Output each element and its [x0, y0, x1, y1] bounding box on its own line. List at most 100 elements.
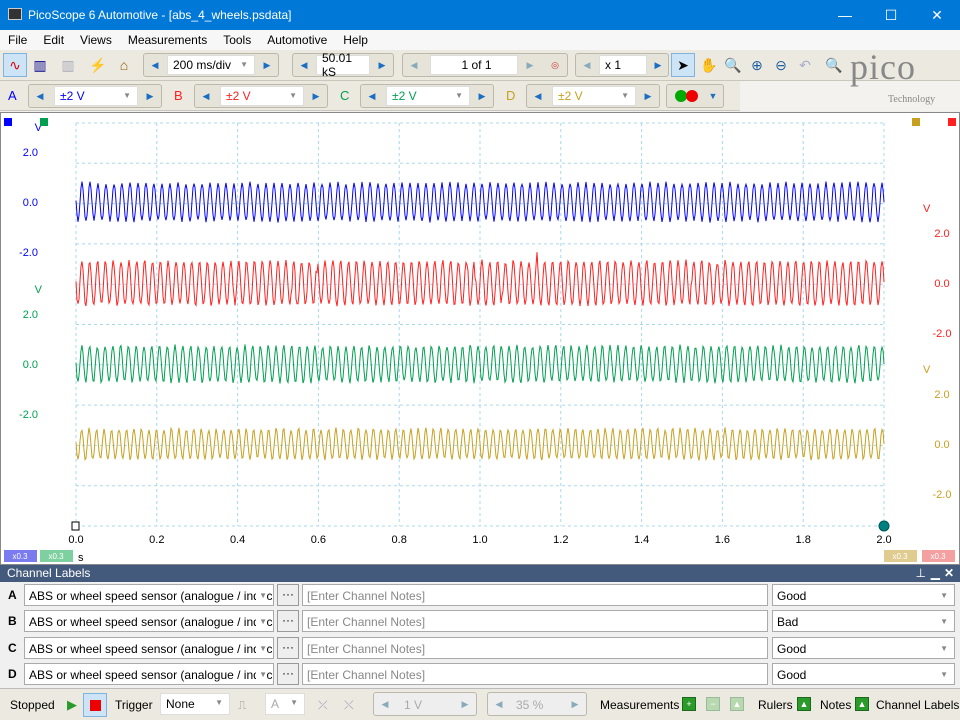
menu-tools[interactable]: Tools	[215, 33, 259, 47]
hand-tool-icon[interactable]: ✋	[697, 53, 721, 77]
samples-increase-button[interactable]: ▶	[371, 55, 393, 75]
chevron-down-icon: ▼	[289, 91, 297, 100]
rising-edge-icon[interactable]: ⤫	[318, 698, 328, 713]
buffer-previous-button[interactable]: ◀	[403, 55, 425, 75]
zoom-factor[interactable]: x 1	[599, 55, 647, 75]
sensor-select[interactable]: ABS or wheel speed sensor (analogue / in…	[24, 584, 274, 606]
minimize-button[interactable]: —	[822, 0, 868, 30]
range-decrease-button[interactable]: ◀	[361, 86, 383, 106]
level-increase-button[interactable]: ▶	[454, 694, 476, 714]
channel-notes-input[interactable]: [Enter Channel Notes]	[302, 663, 768, 685]
trigger-level-value[interactable]: 1 V	[404, 698, 422, 712]
channel-b-options[interactable]: B	[174, 88, 183, 103]
notes-toggle[interactable]: ▲	[855, 697, 869, 711]
range-decrease-button[interactable]: ◀	[29, 86, 51, 106]
sensor-select[interactable]: ABS or wheel speed sensor (analogue / in…	[24, 610, 274, 632]
pretrigger-increase-button[interactable]: ▶	[564, 694, 586, 714]
pretrigger-decrease-button[interactable]: ◀	[488, 694, 510, 714]
trigger-mode-select[interactable]: None ▼	[160, 693, 230, 715]
buffer-position[interactable]: 1 of 1	[430, 55, 518, 75]
range-decrease-button[interactable]: ◀	[527, 86, 549, 106]
channel-status-select[interactable]: Bad ▼	[772, 610, 955, 632]
remove-measurement-button[interactable]: −	[706, 697, 720, 711]
buffer-navigator-icon[interactable]: ◎	[544, 55, 566, 75]
channel-a-options[interactable]: A	[8, 88, 17, 103]
sensor-details-button[interactable]: ···	[277, 584, 299, 606]
trigger-source-select[interactable]: A ▼	[265, 693, 305, 715]
channel-status-select[interactable]: Good ▼	[772, 637, 955, 659]
edit-measurement-button[interactable]: ▲	[730, 697, 744, 711]
buffer-next-button[interactable]: ▶	[519, 55, 541, 75]
pretrigger-value[interactable]: 35 %	[516, 698, 543, 712]
range-decrease-button[interactable]: ◀	[195, 86, 217, 106]
timebase-increase-button[interactable]: ▶	[256, 55, 278, 75]
channel-b-enabled-icon[interactable]	[686, 90, 698, 102]
y-tick-label: 2.0	[23, 147, 38, 159]
range-increase-button[interactable]: ▶	[637, 86, 659, 106]
sensor-select[interactable]: ABS or wheel speed sensor (analogue / in…	[24, 637, 274, 659]
channel-status-select[interactable]: Good ▼	[772, 584, 955, 606]
menu-measurements[interactable]: Measurements	[120, 33, 215, 47]
channel-b-marker	[948, 118, 956, 126]
automotive-wizard-icon[interactable]: ⚡	[86, 53, 110, 77]
channel-notes-input[interactable]: [Enter Channel Notes]	[302, 610, 768, 632]
menu-views[interactable]: Views	[72, 33, 120, 47]
channel-dropdown-button[interactable]: ▼	[702, 86, 724, 106]
timebase-select[interactable]: 200 ms/div ▼	[167, 55, 255, 75]
sensor-details-button[interactable]: ···	[277, 637, 299, 659]
zoom-increase-button[interactable]: ▶	[647, 55, 669, 75]
samples-select[interactable]: 50.01 kS	[316, 55, 370, 75]
zoom-in-icon[interactable]: ⊕	[745, 53, 769, 77]
start-button[interactable]: ▶	[67, 697, 77, 713]
axis-unit-c: V	[35, 284, 43, 296]
channel-c-options[interactable]: C	[340, 88, 349, 103]
minimize-panel-icon[interactable]: ▁	[931, 565, 940, 582]
falling-edge-icon[interactable]: ⤬	[344, 698, 354, 713]
home-icon[interactable]: ⌂	[112, 53, 136, 77]
persistence-mode-icon[interactable]: ▥	[56, 53, 80, 77]
range-increase-button[interactable]: ▶	[305, 86, 327, 106]
range-select[interactable]: ±2 V ▼	[386, 86, 470, 106]
range-select[interactable]: ±2 V ▼	[220, 86, 304, 106]
menu-automotive[interactable]: Automotive	[259, 33, 335, 47]
level-decrease-button[interactable]: ◀	[374, 694, 396, 714]
range-select[interactable]: ±2 V ▼	[54, 86, 138, 106]
rulers-toggle[interactable]: ▲	[797, 697, 811, 711]
range-increase-button[interactable]: ▶	[471, 86, 493, 106]
close-panel-icon[interactable]: ✕	[944, 565, 954, 582]
range-increase-button[interactable]: ▶	[139, 86, 161, 106]
y-tick-label: 2.0	[934, 228, 949, 240]
pin-icon[interactable]: ⊥	[916, 565, 926, 582]
sensor-details-button[interactable]: ···	[277, 610, 299, 632]
zoom-select-icon[interactable]: 🔍	[721, 53, 745, 77]
close-button[interactable]: ✕	[914, 0, 960, 30]
scope-plot[interactable]: 0.0 0.2 0.4 0.6 0.8 1.0 1.2 1.4 1.6 1.8 2.0 s V 2.0 0.…	[0, 112, 960, 565]
x-tick-label: 1.4	[634, 534, 649, 546]
zoom-overview-icon[interactable]: 🔍	[822, 53, 846, 77]
timebase-decrease-button[interactable]: ◀	[144, 55, 166, 75]
zoom-out-icon[interactable]: ⊖	[769, 53, 793, 77]
channel-notes-input[interactable]: [Enter Channel Notes]	[302, 584, 768, 606]
channel-notes-input[interactable]: [Enter Channel Notes]	[302, 637, 768, 659]
trigger-edge-icon[interactable]: ⎍	[238, 698, 246, 713]
range-select[interactable]: ±2 V ▼	[552, 86, 636, 106]
title-bar: PicoScope 6 Automotive - [abs_4_wheels.p…	[0, 0, 960, 30]
stop-button[interactable]	[83, 693, 107, 717]
channel-d-options[interactable]: D	[506, 88, 515, 103]
menu-edit[interactable]: Edit	[35, 33, 72, 47]
sensor-select[interactable]: ABS or wheel speed sensor (analogue / in…	[24, 663, 274, 685]
undo-zoom-icon[interactable]: ↶	[793, 53, 817, 77]
spectrum-mode-icon[interactable]: ▥	[28, 53, 52, 77]
maximize-button[interactable]: ☐	[868, 0, 914, 30]
pointer-tool-icon[interactable]: ➤	[671, 53, 695, 77]
scope-view[interactable]: 0.0 0.2 0.4 0.6 0.8 1.0 1.2 1.4 1.6 1.8 2.0 s V 2.0 0.…	[0, 112, 960, 565]
menu-file[interactable]: File	[0, 33, 35, 47]
scope-mode-icon[interactable]: ∿	[3, 53, 27, 77]
add-measurement-button[interactable]: +	[682, 697, 696, 711]
menu-help[interactable]: Help	[335, 33, 376, 47]
samples-decrease-button[interactable]: ◀	[293, 55, 315, 75]
zoom-decrease-button[interactable]: ◀	[576, 55, 598, 75]
sensor-details-button[interactable]: ···	[277, 663, 299, 685]
channel-status-select[interactable]: Good ▼	[772, 663, 955, 685]
timebase-value: 200 ms/div	[173, 58, 231, 72]
